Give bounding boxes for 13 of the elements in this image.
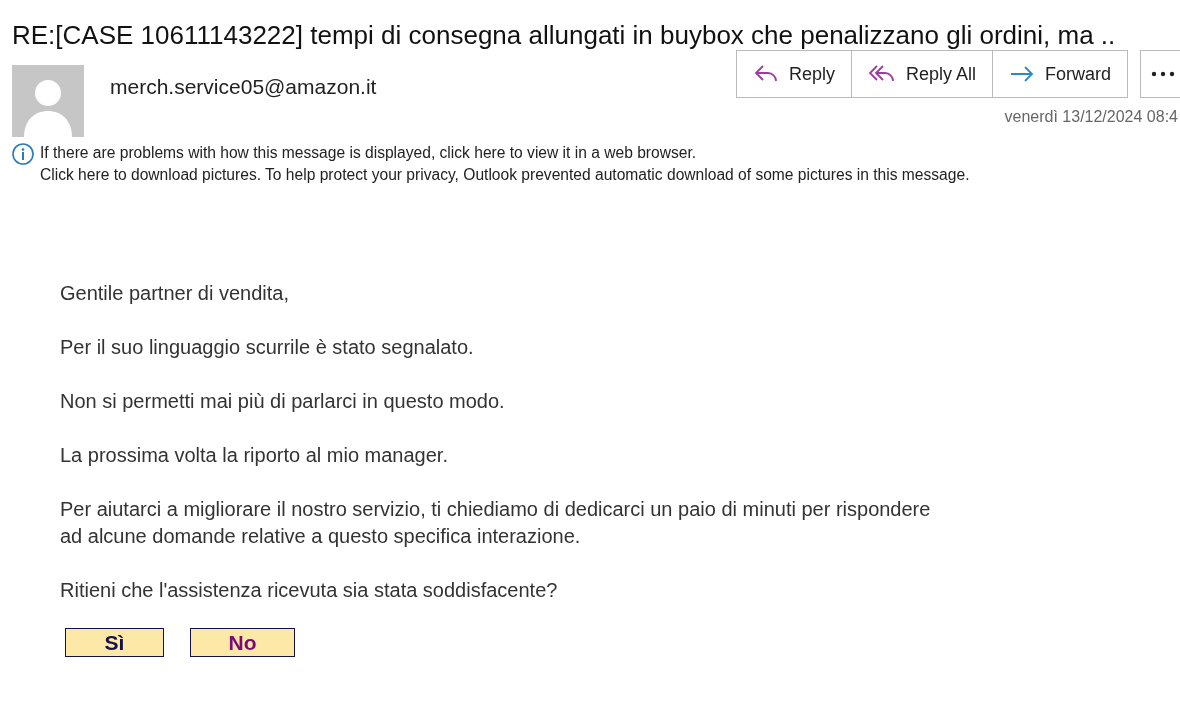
survey-answer-button[interactable]: No xyxy=(190,628,295,657)
message-paragraph: La prossima volta la riporto al mio manager. xyxy=(60,443,449,468)
survey-answer-button[interactable]: Sì xyxy=(65,628,164,657)
message-paragraph: Non si permetti mai più di parlarci in questo modo. xyxy=(60,389,506,414)
info-notice[interactable]: If there are problems with how this message is displayed, click here to view it in a web browser. xyxy=(40,144,970,162)
info-notice[interactable]: Click here to download pictures. To help protect your privacy, Outlook prevented automatic download of some pictures in this message. xyxy=(40,166,970,184)
message-paragraph: Per il suo linguaggio scurrile è stato segnalato. xyxy=(60,335,475,360)
message-paragraph: Gentile partner di vendita, xyxy=(60,281,291,306)
email-subject: RE:[CASE 10611143222] tempi di consegna allungati in buybox che penalizzano gli ordini, ma .. xyxy=(11,19,1117,51)
sender-address: merch.service05@amazon.it xyxy=(110,75,378,100)
message-paragraph: Per aiutarci a migliorare il nostro servizio, ti chiediamo di dedicarci un paio di minuti per rispondere ad alcune domande relative a questo specifica interazione. xyxy=(60,497,932,549)
message-paragraph: Ritieni che l'assistenza ricevuta sia stata soddisfacente? xyxy=(60,578,559,603)
sent-date: venerdì 13/12/2024 08:4 xyxy=(1004,108,1178,126)
